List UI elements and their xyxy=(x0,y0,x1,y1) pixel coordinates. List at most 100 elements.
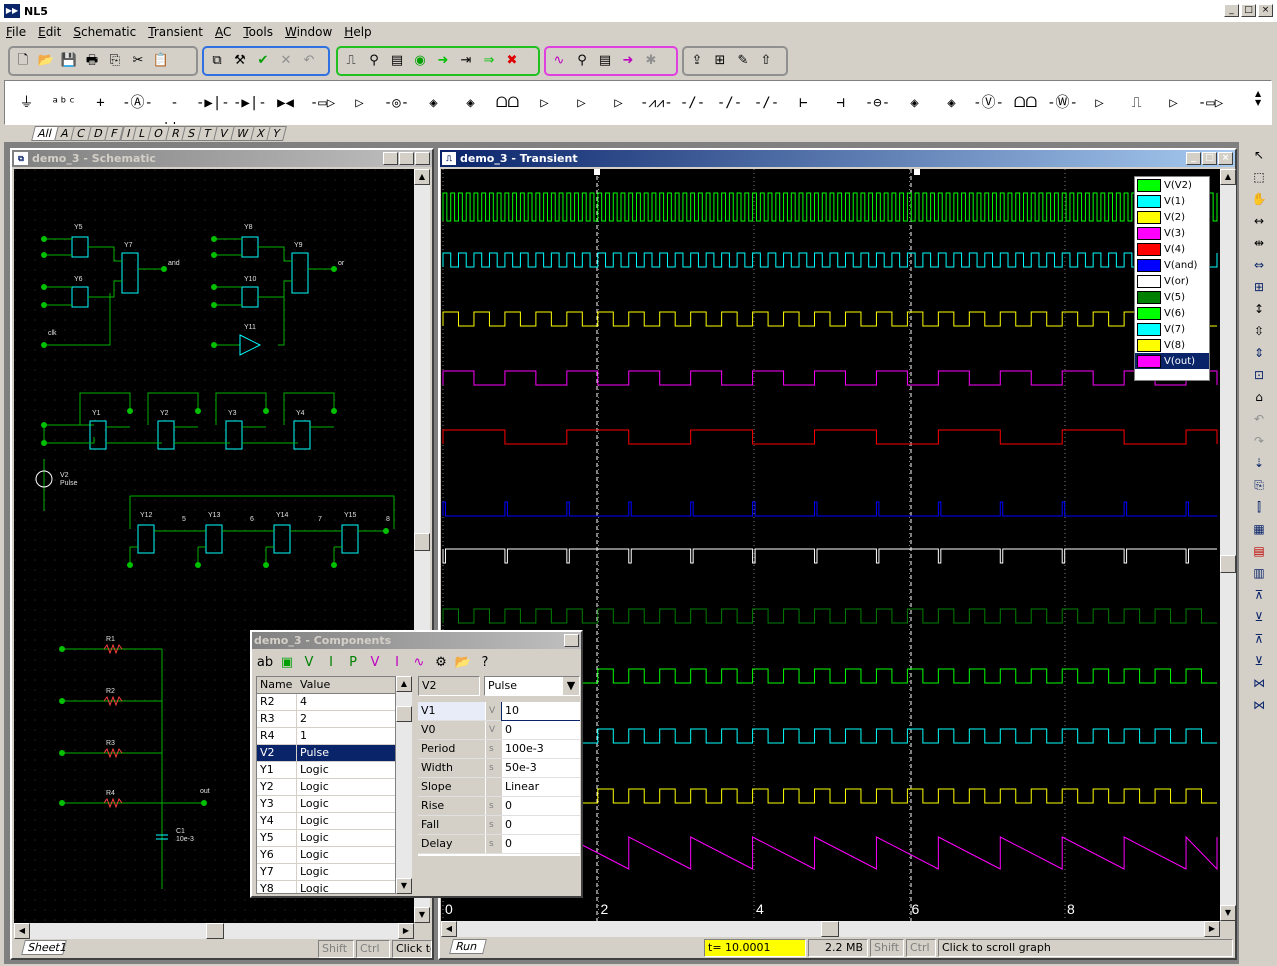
name-column-header[interactable]: Name xyxy=(257,677,297,693)
opamp3-icon[interactable]: ▷ xyxy=(1158,90,1189,116)
zoom-undo-icon[interactable]: ↶ xyxy=(1249,410,1269,429)
legend-item[interactable]: V(8) xyxy=(1135,337,1209,353)
menu-file[interactable]: File xyxy=(6,25,26,39)
folder-icon[interactable]: 📂 xyxy=(454,654,472,672)
h-fit2-icon[interactable]: ⊞ xyxy=(1249,278,1269,297)
paste-icon[interactable]: 📋 xyxy=(152,52,170,70)
graph-scroll-thumb[interactable] xyxy=(1220,555,1236,573)
bjt-icon[interactable]: ⊢ xyxy=(788,90,819,116)
param-row[interactable]: Period s 100e-3 xyxy=(418,740,580,759)
open-icon[interactable]: 📂 xyxy=(37,52,55,70)
ac-icon[interactable]: ∿ xyxy=(550,52,568,70)
transient-icon[interactable]: ⎍ xyxy=(342,52,360,70)
opamp2-icon[interactable]: ▷ xyxy=(603,90,634,116)
step-icon[interactable]: ⇥ xyxy=(457,52,475,70)
zoom-select-icon[interactable]: ⬚ xyxy=(1249,168,1269,187)
component-list-scroll[interactable]: ▲ ▼ xyxy=(396,676,412,894)
schematic-maximize-button[interactable]: □ xyxy=(399,152,414,165)
legend-icon[interactable]: ▥ xyxy=(1249,564,1269,583)
component-row[interactable]: Y6 Logic xyxy=(257,847,395,864)
graph-scroll-down-icon[interactable]: ▼ xyxy=(1220,905,1236,921)
hand-icon[interactable]: ✋ xyxy=(1249,190,1269,209)
zener-icon[interactable]: -▶|- xyxy=(233,90,267,116)
menu-transient[interactable]: Transient xyxy=(148,25,203,39)
hscroll-thumb[interactable] xyxy=(206,923,224,939)
legend-item[interactable]: V(V2) xyxy=(1135,177,1209,193)
menu-schematic[interactable]: Schematic xyxy=(73,25,136,39)
i-ac-probe-icon[interactable]: I xyxy=(388,654,406,672)
buffer2-icon[interactable]: ▷ xyxy=(1084,90,1115,116)
palette-scroll[interactable]: ▲ ▼ xyxy=(1255,89,1267,117)
check-icon[interactable]: ✔ xyxy=(254,52,272,70)
schematic-titlebar[interactable]: ⧉ demo_3 - Schematic _ □ × xyxy=(12,150,432,167)
ammeter-icon[interactable]: -Ⓐ- xyxy=(122,90,153,116)
v-probe-icon[interactable]: V xyxy=(300,654,318,672)
list-scroll-thumb[interactable] xyxy=(396,706,412,722)
component-row[interactable]: Y7 Logic xyxy=(257,864,395,881)
traces-icon[interactable]: ⇣ xyxy=(1249,454,1269,473)
block-icon[interactable]: -▭▷ xyxy=(1195,90,1226,116)
controlled-source2-icon[interactable]: ◈ xyxy=(455,90,486,116)
param-row[interactable]: V1 V 10 xyxy=(418,702,580,721)
undo-icon[interactable]: ↶ xyxy=(300,52,318,70)
legend-item[interactable]: V(2) xyxy=(1135,209,1209,225)
inductor-icon[interactable]: ᗝᗝ xyxy=(492,90,523,116)
h-zoom-icon[interactable]: ↔ xyxy=(1249,212,1269,231)
scroll-left-icon[interactable]: ◀ xyxy=(14,923,30,939)
save-icon[interactable]: 💾 xyxy=(60,52,78,70)
data-table-icon[interactable]: ▦ xyxy=(1249,520,1269,539)
v-fit-icon[interactable]: ⇕ xyxy=(1249,344,1269,363)
legend-item[interactable]: V(out) xyxy=(1135,353,1209,369)
transient-maximize-button[interactable]: □ xyxy=(1202,152,1217,165)
legend-item[interactable]: V(or) xyxy=(1135,273,1209,289)
delete-icon[interactable]: ✕ xyxy=(277,52,295,70)
value-column-header[interactable]: Value xyxy=(297,677,391,693)
component-type-select[interactable]: Pulse ▼ xyxy=(484,676,580,696)
diode-icon[interactable]: -▶|- xyxy=(196,90,230,116)
voltage-source-icon[interactable]: -Ⓥ- xyxy=(973,90,1004,116)
help-icon[interactable]: ? xyxy=(476,654,494,672)
legend-item[interactable]: V(5) xyxy=(1135,289,1209,305)
menu-help[interactable]: Help xyxy=(344,25,371,39)
component-row[interactable]: Y1 Logic xyxy=(257,762,395,779)
menu-window[interactable]: Window xyxy=(285,25,332,39)
legend-item[interactable]: V(3) xyxy=(1135,225,1209,241)
scroll-right-icon[interactable]: ▶ xyxy=(398,923,414,939)
scroll-down-icon[interactable]: ▼ xyxy=(414,907,430,923)
ac-source-icon[interactable]: ∿ xyxy=(410,654,428,672)
copy-icon[interactable]: ⎘ xyxy=(106,52,124,70)
param-row[interactable]: Slope Linear xyxy=(418,778,580,797)
legend-item[interactable]: V(4) xyxy=(1135,241,1209,257)
controlled-source-icon[interactable]: ◈ xyxy=(418,90,449,116)
zoom-redo-icon[interactable]: ↷ xyxy=(1249,432,1269,451)
maximize-button[interactable]: □ xyxy=(1241,4,1256,17)
resistor-icon[interactable]: -⩘⩘- xyxy=(640,90,673,116)
schematic-minimize-button[interactable]: _ xyxy=(383,152,398,165)
run-tab[interactable]: Run xyxy=(449,939,487,954)
tools-icon[interactable]: ⚒ xyxy=(231,52,249,70)
graph-scroll-up-icon[interactable]: ▲ xyxy=(1220,169,1236,185)
transformer-icon[interactable]: -⊖- xyxy=(862,90,893,116)
v-zoom-icon[interactable]: ↕ xyxy=(1249,300,1269,319)
transient-hscroll[interactable]: ◀ ▶ xyxy=(441,921,1220,937)
ground-icon[interactable]: ⏚ xyxy=(11,90,42,116)
param-value[interactable]: 0 xyxy=(502,835,580,853)
node-icon[interactable]: + xyxy=(85,90,116,116)
zoom-home-icon[interactable]: ⌂ xyxy=(1249,388,1269,407)
ac-stop-icon[interactable]: ✱ xyxy=(642,52,660,70)
param-value[interactable]: 0 xyxy=(502,816,580,834)
amplifier-icon[interactable]: ▷ xyxy=(344,90,375,116)
legend-item[interactable]: V(7) xyxy=(1135,321,1209,337)
bidir-diode-icon[interactable]: ▶◀ xyxy=(270,90,301,116)
scroll-thumb[interactable] xyxy=(414,533,430,551)
opamp-icon[interactable]: ▷ xyxy=(566,90,597,116)
h-fit-icon[interactable]: ⇔ xyxy=(1249,256,1269,275)
capacitor-icon[interactable]: -||- xyxy=(159,90,190,125)
current-source-icon[interactable]: -◎- xyxy=(381,90,412,116)
component-row[interactable]: Y3 Logic xyxy=(257,796,395,813)
p-probe-icon[interactable]: P xyxy=(344,654,362,672)
transient-vscroll[interactable]: ▲ ▼ xyxy=(1220,169,1236,921)
label-icon[interactable]: ᵃᵇᶜ xyxy=(48,90,79,116)
function-icon[interactable]: -▭▷ xyxy=(307,90,338,116)
transient-titlebar[interactable]: ⎍ demo_3 - Transient _ □ × xyxy=(440,150,1235,167)
